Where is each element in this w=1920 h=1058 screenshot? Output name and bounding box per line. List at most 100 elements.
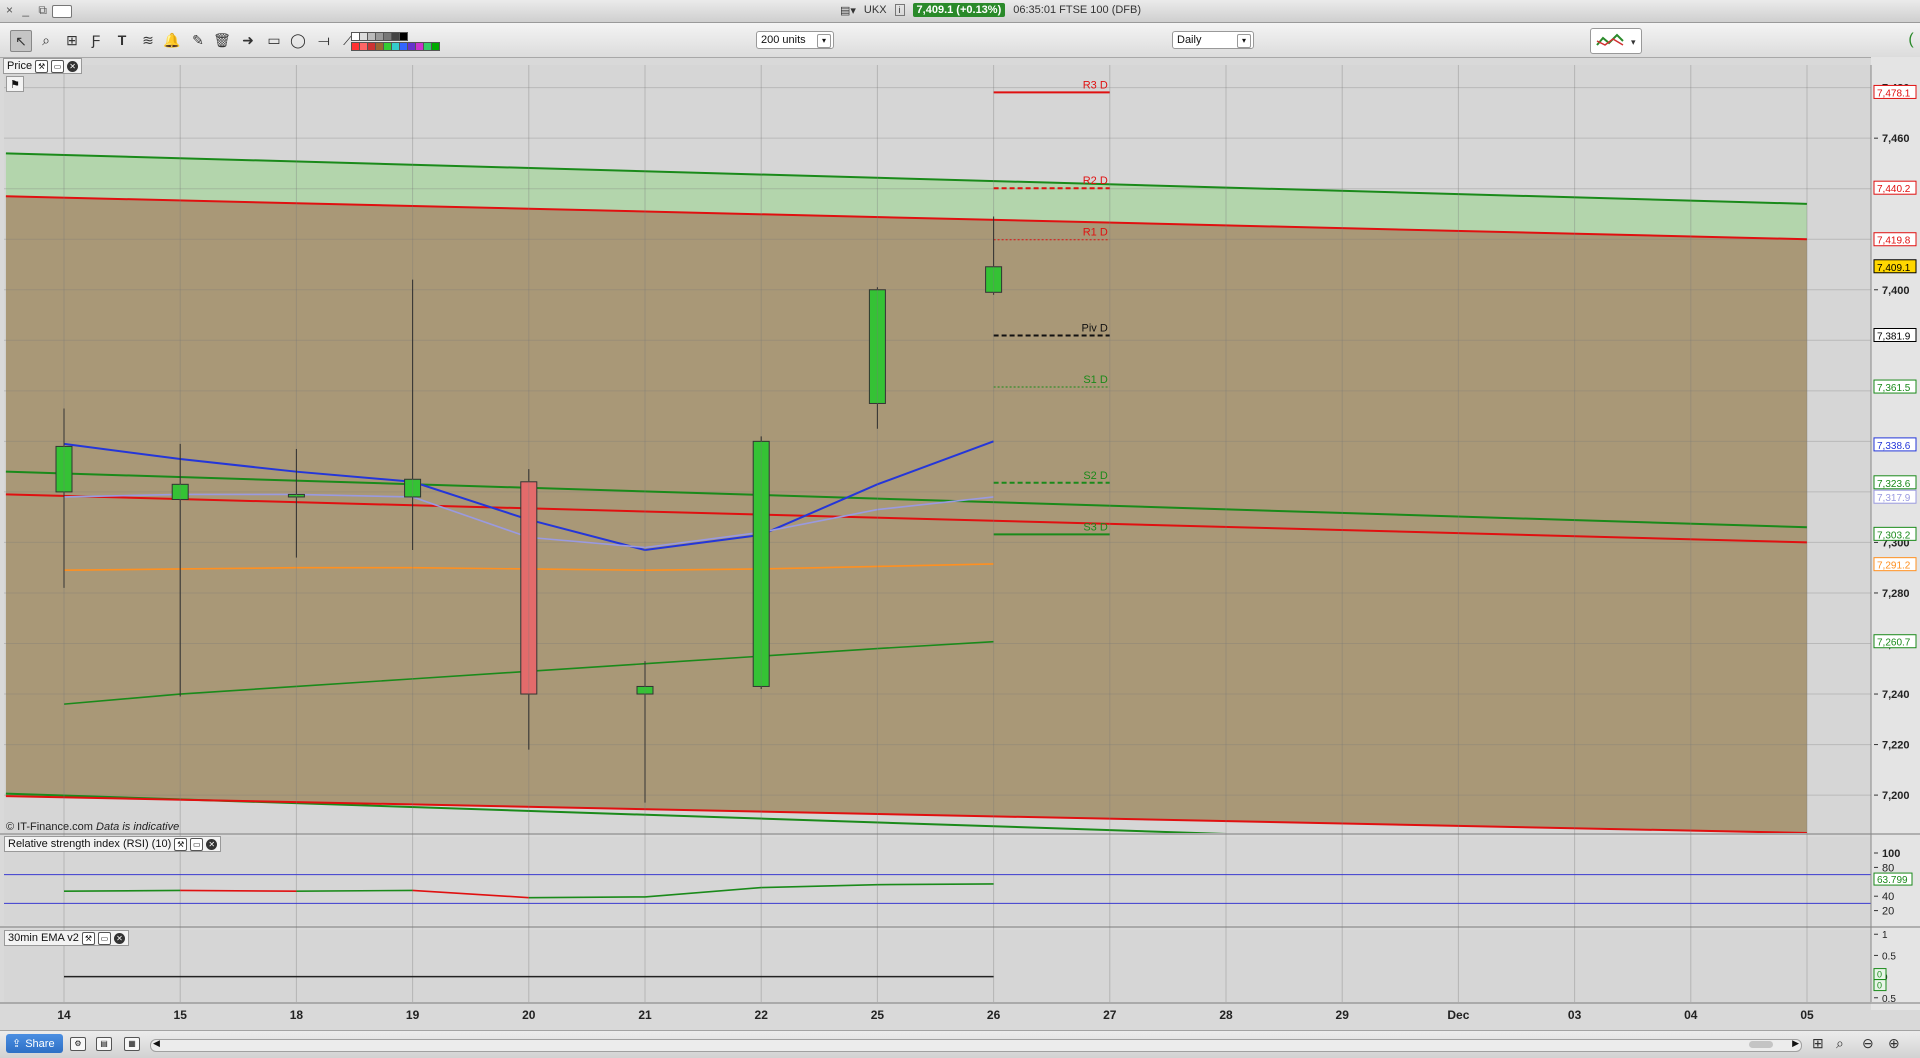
rsi-panel-bg bbox=[4, 837, 1871, 925]
y-tick-label: 7,220 bbox=[1882, 740, 1910, 752]
x-tick-label: 25 bbox=[871, 1008, 885, 1022]
indicative-text: Data is indicative bbox=[96, 821, 180, 833]
units-select-value: 200 units bbox=[761, 34, 806, 46]
x-tick-label: 27 bbox=[1103, 1008, 1117, 1022]
close-icon[interactable]: ✕ bbox=[206, 838, 218, 850]
ellipse-icon[interactable]: ◯ bbox=[288, 30, 308, 50]
keyboard-icon[interactable] bbox=[52, 5, 72, 18]
wrench-icon[interactable]: ⚒ bbox=[35, 59, 49, 73]
sidebar-toggle-icon[interactable]: ( bbox=[1902, 23, 1920, 57]
rsi-line-segment bbox=[528, 896, 646, 899]
ema-value-tag-label: 0 bbox=[1877, 970, 1882, 980]
wrench-icon[interactable]: ⚒ bbox=[174, 837, 188, 851]
price-tag-label: 7,317.9 bbox=[1877, 493, 1911, 504]
alert-settings-icon[interactable]: ⚑ bbox=[6, 76, 24, 92]
toolbar: ↖ ⌕ ⊞ Ƒ T ≋ 🔔 ✎ 🗑 ➜ ▭ ◯ ⟞ ⟋ 200 units ▾ … bbox=[0, 23, 1920, 58]
pivot-label: R1 D bbox=[1083, 227, 1108, 239]
price-badge: 7,409.1 (+0.13%) bbox=[912, 3, 1006, 17]
pen-icon[interactable]: ✎ bbox=[188, 30, 208, 50]
zoom-icon[interactable]: ⌕ bbox=[36, 30, 56, 50]
window-controls[interactable]: × _ ⧉ bbox=[6, 3, 50, 18]
scroll-thumb[interactable] bbox=[1749, 1041, 1773, 1048]
zoom-in-icon[interactable]: ⊕ bbox=[1888, 1035, 1900, 1052]
chart-icon: ▾ bbox=[1596, 33, 1636, 47]
share-button[interactable]: ⇪ Share bbox=[6, 1034, 63, 1053]
scroll-right-icon[interactable]: ▶ bbox=[1792, 1038, 1799, 1049]
price-panel-title: Price bbox=[7, 60, 33, 72]
zoom-reset-icon[interactable]: ⌕ bbox=[1836, 1035, 1844, 1052]
chevron-down-icon: ▾ bbox=[817, 34, 831, 48]
price-tag-label: 7,381.9 bbox=[1877, 331, 1911, 342]
price-tag-label: 7,260.7 bbox=[1877, 638, 1911, 649]
bottom-bar: ⇪ Share ⚙ ▤ ▦ ◀ ▶ ⊞ ⌕ ⊖ ⊕ bbox=[0, 1030, 1920, 1058]
chart-type-icon[interactable]: ⊞ bbox=[62, 30, 82, 50]
fibonacci-icon[interactable]: Ƒ bbox=[86, 30, 106, 50]
color-swatch[interactable] bbox=[431, 42, 440, 51]
rsi-line-segment bbox=[296, 889, 413, 892]
period-select[interactable]: Daily ▾ bbox=[1172, 31, 1254, 49]
close-icon[interactable]: ✕ bbox=[67, 60, 79, 72]
pivot-label: S2 D bbox=[1083, 470, 1108, 482]
rsi-y-tick-label: 100 bbox=[1882, 848, 1900, 860]
color-swatch[interactable] bbox=[399, 32, 408, 41]
price-tag-label: 7,291.2 bbox=[1877, 561, 1911, 572]
y-tick-label: 7,460 bbox=[1882, 133, 1910, 145]
ema-y-tick-label: 0.5 bbox=[1882, 994, 1896, 1005]
x-tick-label: 20 bbox=[522, 1008, 536, 1022]
x-tick-label: 19 bbox=[406, 1008, 420, 1022]
price-tag-label: 7,361.5 bbox=[1877, 383, 1911, 394]
horizontal-scrollbar[interactable]: ◀ ▶ bbox=[150, 1038, 1802, 1052]
trash-icon[interactable]: 🗑 bbox=[212, 30, 232, 50]
x-tick-label: 04 bbox=[1684, 1008, 1698, 1022]
window-icon[interactable]: ▭ bbox=[97, 931, 111, 945]
chart-area[interactable]: R3 D R2 D R1 D Piv D S1 D S2 D S3 D 7,200 7,220 7… bbox=[0, 57, 1920, 1032]
zoom-out-icon[interactable]: ⊖ bbox=[1862, 1035, 1874, 1052]
y-tick-label: 7,200 bbox=[1882, 790, 1910, 802]
rsi-y-tick-label: 40 bbox=[1882, 891, 1894, 903]
units-select[interactable]: 200 units ▾ bbox=[756, 31, 834, 49]
rectangle-icon[interactable]: ▭ bbox=[264, 30, 284, 50]
x-tick-label: 03 bbox=[1568, 1008, 1582, 1022]
ema-y-tick-label: 1 bbox=[1882, 930, 1888, 941]
indicator-menu-button[interactable]: ▾ bbox=[1590, 28, 1642, 54]
x-tick-label: 18 bbox=[290, 1008, 304, 1022]
wrench-icon[interactable]: ⚒ bbox=[81, 931, 95, 945]
rsi-panel-title: Relative strength index (RSI) (10) bbox=[8, 838, 172, 850]
price-tag-label: 7,478.1 bbox=[1877, 88, 1911, 99]
svg-text:▾: ▾ bbox=[1631, 37, 1636, 47]
info-icon[interactable]: i bbox=[894, 4, 905, 16]
print-icon[interactable]: ▤ bbox=[96, 1037, 112, 1051]
window-icon[interactable]: ▭ bbox=[51, 59, 65, 73]
text-icon[interactable]: T bbox=[112, 30, 132, 50]
x-tick-label: 26 bbox=[987, 1008, 1001, 1022]
period-select-value: Daily bbox=[1177, 34, 1202, 46]
rsi-panel-label: Relative strength index (RSI) (10) ⚒ ▭ ✕ bbox=[4, 836, 222, 852]
price-tag-label: 7,303.2 bbox=[1877, 530, 1911, 541]
ema-panel-title: 30min EMA v2 bbox=[8, 932, 79, 944]
x-tick-label: 29 bbox=[1336, 1008, 1350, 1022]
parallel-lines-icon[interactable]: ≋ bbox=[138, 30, 158, 50]
alert-icon[interactable]: 🔔 bbox=[162, 30, 182, 50]
close-icon[interactable]: ✕ bbox=[113, 932, 125, 944]
ema-panel-label: 30min EMA v2 ⚒ ▭ ✕ bbox=[4, 930, 129, 946]
channel-fill bbox=[5, 196, 1807, 833]
x-tick-label: 05 bbox=[1800, 1008, 1814, 1022]
scroll-left-icon[interactable]: ◀ bbox=[153, 1038, 160, 1049]
window-icon[interactable]: ▭ bbox=[190, 837, 204, 851]
price-tag-label: 7,338.6 bbox=[1877, 441, 1911, 452]
export-icon[interactable]: ▦ bbox=[124, 1037, 140, 1051]
y-tick-label: 7,240 bbox=[1882, 689, 1910, 701]
instrument-icon: ▤▾ bbox=[840, 4, 856, 17]
copyright-note: © IT-Finance.com Data is indicative bbox=[6, 821, 179, 833]
title-bar: × _ ⧉ ▤▾ UKX i 7,409.1 (+0.13%) 06:35:01… bbox=[0, 0, 1920, 23]
share-label: Share bbox=[25, 1037, 55, 1050]
x-tick-label: 21 bbox=[638, 1008, 652, 1022]
y-tick-label: 7,280 bbox=[1882, 588, 1910, 600]
horizontal-line-icon[interactable]: ⟞ bbox=[314, 30, 334, 50]
pointer-icon[interactable]: ↖ bbox=[10, 30, 32, 52]
chevron-down-icon: ▾ bbox=[1237, 34, 1251, 48]
chart-settings-icon[interactable]: ⊞ bbox=[1812, 1035, 1824, 1052]
layout-icon[interactable]: ⚙ bbox=[70, 1037, 86, 1051]
y-tick-label: 7,400 bbox=[1882, 285, 1910, 297]
arrow-icon[interactable]: ➜ bbox=[238, 30, 258, 50]
